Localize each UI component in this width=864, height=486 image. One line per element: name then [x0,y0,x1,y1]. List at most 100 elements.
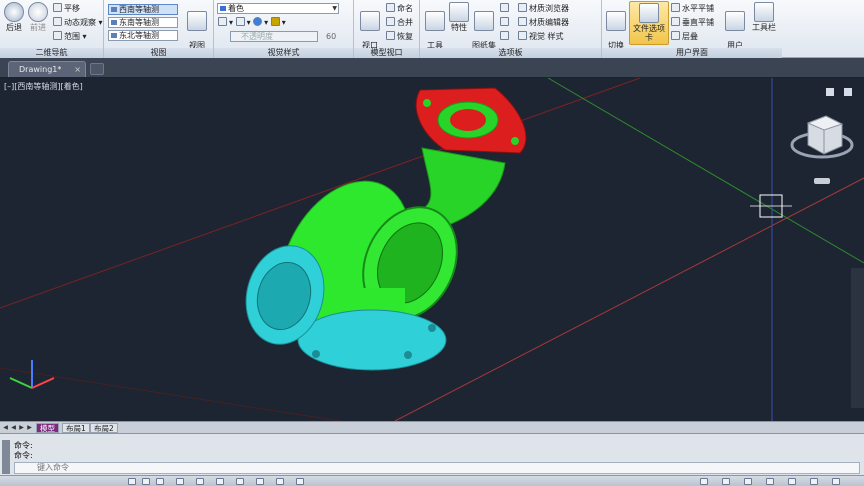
ui-title: 用户界面 [602,48,782,58]
visual-styles-button[interactable]: 视觉 样式 [518,31,564,43]
orbit-button[interactable]: 动态观察 ▾ [53,17,103,29]
viewport-close-icon[interactable] [826,88,834,96]
new-tab-button[interactable] [90,63,104,75]
material-editor-button[interactable]: 材质编辑器 [518,17,569,29]
color-icon[interactable] [270,17,280,26]
tile-v-button[interactable]: 垂直平铺 [671,17,714,29]
view-item-sw[interactable]: 西南等轴测 [108,4,178,15]
named-button[interactable]: 命名 [386,3,413,15]
model-viewport-title: 模型视口 [354,48,419,58]
status-bar [0,475,864,486]
tab-model[interactable]: 模型 [36,423,59,433]
cascade-button[interactable]: 层叠 [671,31,698,43]
polar-icon[interactable] [196,478,204,485]
selection-cycling-icon[interactable] [296,478,304,485]
command-grip[interactable] [2,440,10,474]
tile-h-button[interactable]: 水平平铺 [671,3,714,15]
join-label: 合并 [397,18,413,27]
edge-icon[interactable] [218,17,227,26]
tab-drawing1[interactable]: Drawing1* × [8,61,86,77]
viewport-canvas [0,78,864,421]
properties-label: 特性 [451,23,467,32]
redo-label: 前进 [30,23,46,32]
model-viewport[interactable]: [–][西南等轴测][着色] [0,78,864,421]
grid-icon[interactable] [142,478,150,485]
last-layout-icon[interactable]: ▶ [26,424,33,431]
toolbars-button[interactable]: 工具栏 [750,2,778,32]
switch-window-icon [606,11,626,31]
otrack-icon[interactable] [236,478,244,485]
markup-button[interactable] [500,17,511,29]
extents-button[interactable]: 范围 ▾ [53,31,87,43]
view-item-label: 西南等轴测 [119,5,159,14]
annotation-scale-icon[interactable] [700,478,708,485]
orbit-icon [53,17,62,26]
material-browser-icon [518,3,527,12]
prev-layout-icon[interactable]: ◀ [10,424,17,431]
bolt-hole [312,350,320,358]
palettes-title: 选项板 [420,48,601,58]
wcs-menu[interactable] [814,178,830,184]
clean-screen-icon[interactable] [810,478,818,485]
file-tabs-label: 文件选项卡 [633,24,665,42]
viewport-label[interactable]: [–][西南等轴测][着色] [4,81,83,92]
join-button[interactable]: 合并 [386,17,413,29]
opacity-value: 60 [326,32,337,41]
navigation-bar[interactable] [851,268,864,408]
customize-icon[interactable] [832,478,840,485]
viewcube[interactable] [790,115,854,184]
tab-drawing1-label: Drawing1* [19,65,62,74]
restore-button[interactable]: 恢复 [386,31,413,43]
material-editor-icon [518,17,527,26]
lineweight-icon[interactable] [256,478,264,485]
file-tabs-button[interactable]: 文件选项卡 [629,1,669,45]
visual-style-select[interactable]: 着色 ▼ [217,3,339,14]
view-item-ne[interactable]: 东北等轴测 [108,30,178,41]
view-item-label: 东南等轴测 [119,18,159,27]
command-input[interactable]: 键入命令 [14,462,860,474]
toolbars-icon [754,2,774,22]
bolt-hole [511,137,519,145]
restore-icon [386,31,395,40]
extents-label: 范围 [64,32,80,41]
shadow-icon[interactable] [253,17,263,26]
isolate-icon[interactable] [766,478,774,485]
model-space-icon[interactable] [128,478,136,485]
snap-icon[interactable] [156,478,164,485]
viewport-minimize-icon[interactable] [844,88,852,96]
nav-panel-title: 二维导航 [0,48,103,58]
gear-icon[interactable] [744,478,752,485]
opacity-field[interactable]: 不透明度 [230,31,318,42]
tab-layout2[interactable]: 布局2 [90,423,118,433]
tab-layout1[interactable]: 布局1 [62,423,90,433]
transparency-icon[interactable] [276,478,284,485]
hardware-accel-icon[interactable] [788,478,796,485]
calc-button[interactable] [500,3,511,15]
osnap-icon[interactable] [216,478,224,485]
redo-icon [28,2,48,22]
bolt-hole [423,99,431,107]
pan-button[interactable]: 平移 [53,3,80,15]
undo-button[interactable]: 后退 [3,2,25,32]
view-item-se[interactable]: 东南等轴测 [108,17,178,28]
named-label: 命名 [397,4,413,13]
ui-panel: 切换 窗口 文件选项卡 水平平铺 垂直平铺 层叠 用户 界面 工具栏 用户界面 [602,0,782,59]
next-layout-icon[interactable]: ▶ [18,424,25,431]
orbit-label: 动态观察 [64,18,96,27]
redo-button[interactable]: 前进 [27,2,49,32]
user-interface-icon [725,11,745,31]
material-browser-button[interactable]: 材质浏览器 [518,3,569,15]
workspace-icon[interactable] [722,478,730,485]
close-icon[interactable]: × [74,62,81,77]
face-style-icon[interactable] [235,17,245,26]
first-layout-icon[interactable]: ◀ [2,424,9,431]
material-editor-label: 材质编辑器 [529,18,569,27]
tool-palette-icon [425,11,445,31]
base-flange [297,309,447,371]
ribbon: 后退 前进 平移 动态观察 ▾ 范围 ▾ 二维导航 西南等轴测 东南等轴测 东北… [0,0,864,59]
properties-button[interactable]: 特性 [449,2,469,32]
design-center-button[interactable] [500,31,511,43]
ortho-icon[interactable] [176,478,184,485]
y-axis-line [547,78,864,264]
visual-style-panel: 着色 ▼ ▾ ▾ ▾ ▾ 不透明度 60 视觉样式 [214,0,354,58]
